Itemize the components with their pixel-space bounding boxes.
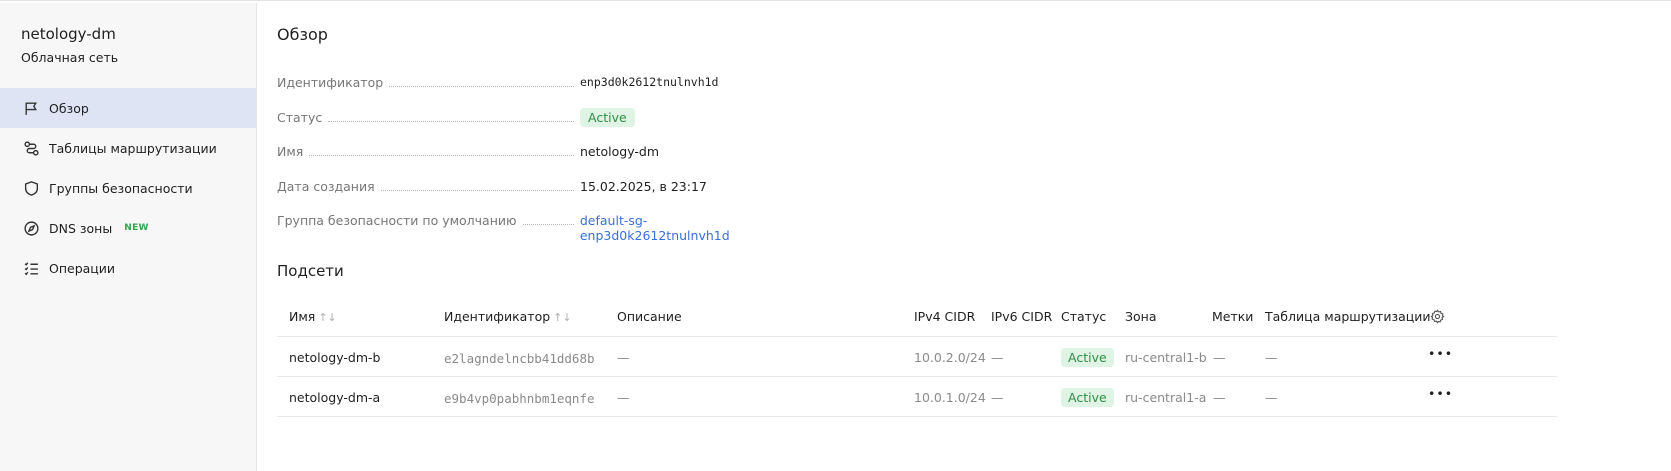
default-security-group-link[interactable]: default-sg-enp3d0k2612tnulnvh1d (580, 213, 797, 243)
subnets-table: Имя ↑↓ Идентификатор ↑↓ Описание IPv4 CIDR… (277, 297, 1557, 417)
subnet-route-table: — (1265, 390, 1278, 405)
subnet-description: — (617, 390, 630, 405)
table-header: Имя ↑↓ Идентификатор ↑↓ Описание IPv4 CIDR… (277, 297, 1557, 337)
sidebar: netology-dm Облачная сеть Обзор Таблицы … (0, 3, 257, 471)
sidebar-nav: Обзор Таблицы маршрутизации Группы безоп… (0, 88, 256, 288)
subnet-description: — (617, 350, 630, 365)
sidebar-item-label: Обзор (49, 100, 89, 116)
property-key: Идентификатор (277, 75, 384, 90)
sidebar-title: netology-dm (21, 25, 116, 43)
property-row: Статус Active (277, 107, 797, 145)
property-row: Дата создания 15.02.2025, в 23:17 (277, 179, 797, 214)
property-row: Идентификатор enp3d0k2612tnulnvh1d (277, 75, 797, 110)
subnet-id: e9b4vp0pabhnbm1eqnfe (444, 391, 595, 406)
property-row: Имя netology-dm (277, 144, 797, 179)
table-row[interactable]: netology-dm-b e2lagndelncbb41dd68b — 10.… (277, 337, 1557, 377)
page-title: Обзор (277, 25, 328, 44)
sidebar-item-label: Таблицы маршрутизации (49, 140, 217, 156)
column-header-route-table: Таблица маршрутизации (1265, 309, 1431, 324)
subnet-name: netology-dm-b (289, 350, 381, 365)
subnet-name: netology-dm-a (289, 390, 381, 405)
compass-icon (22, 219, 40, 237)
subnets-title: Подсети (277, 262, 344, 280)
status-badge: Active (1061, 388, 1114, 407)
sort-icon[interactable]: ↑↓ (553, 311, 571, 324)
sidebar-item-dns-zones[interactable]: DNS зоны NEW (0, 208, 256, 248)
sidebar-item-label: DNS зоны (49, 220, 113, 236)
property-key: Имя (277, 144, 304, 159)
sidebar-item-overview[interactable]: Обзор (0, 88, 256, 128)
overview-properties: Идентификатор enp3d0k2612tnulnvh1d Стату… (277, 75, 797, 248)
sidebar-item-route-tables[interactable]: Таблицы маршрутизации (0, 128, 256, 168)
row-actions-menu-icon[interactable]: ••• (1428, 386, 1453, 401)
column-header-status: Статус (1061, 309, 1107, 324)
subnet-id: e2lagndelncbb41dd68b (444, 351, 595, 366)
row-actions-menu-icon[interactable]: ••• (1428, 346, 1453, 361)
subnet-ipv4: 10.0.1.0/24 (914, 390, 986, 405)
column-header-labels: Метки (1212, 309, 1254, 324)
created-date-value: 15.02.2025, в 23:17 (580, 178, 707, 194)
subnet-labels: — (1213, 390, 1226, 405)
sidebar-subtitle: Облачная сеть (21, 50, 119, 65)
new-badge: NEW (124, 223, 149, 233)
status-badge: Active (580, 107, 635, 127)
list-icon (22, 259, 40, 277)
shield-icon (22, 179, 40, 197)
sidebar-item-label: Операции (49, 260, 116, 276)
subnet-route-table: — (1265, 350, 1278, 365)
subnet-ipv4: 10.0.2.0/24 (914, 350, 986, 365)
subnet-zone: ru-central1-b (1125, 350, 1207, 365)
network-id-value[interactable]: enp3d0k2612tnulnvh1d (580, 75, 718, 89)
property-key: Дата создания (277, 178, 375, 194)
sidebar-item-security-groups[interactable]: Группы безопасности (0, 168, 256, 208)
column-header-ipv6: IPv6 CIDR (991, 309, 1053, 324)
sidebar-item-operations[interactable]: Операции (0, 248, 256, 288)
sidebar-item-label: Группы безопасности (49, 180, 193, 196)
property-key: Группа безопасности по умолчанию (277, 213, 517, 228)
sort-icon[interactable]: ↑↓ (318, 311, 336, 324)
subnet-ipv6: — (991, 390, 1004, 405)
subnet-ipv6: — (991, 350, 1004, 365)
flag-icon (22, 99, 40, 117)
property-row: Группа безопасности по умолчанию default… (277, 213, 797, 248)
table-row[interactable]: netology-dm-a e9b4vp0pabhnbm1eqnfe — 10.… (277, 377, 1557, 417)
column-settings-gear-icon[interactable] (1430, 309, 1445, 327)
column-header-zone: Зона (1125, 309, 1157, 324)
status-badge: Active (1061, 348, 1114, 367)
column-header-name[interactable]: Имя ↑↓ (289, 309, 337, 324)
subnet-zone: ru-central1-a (1125, 390, 1207, 405)
column-header-ipv4: IPv4 CIDR (914, 309, 976, 324)
subnet-labels: — (1213, 350, 1226, 365)
property-key: Статус (277, 109, 323, 125)
column-header-description: Описание (617, 309, 682, 324)
main-content: Обзор Идентификатор enp3d0k2612tnulnvh1d… (258, 3, 1671, 471)
column-header-id[interactable]: Идентификатор ↑↓ (444, 309, 572, 324)
route-icon (22, 139, 40, 157)
network-name-value: netology-dm (580, 144, 660, 159)
